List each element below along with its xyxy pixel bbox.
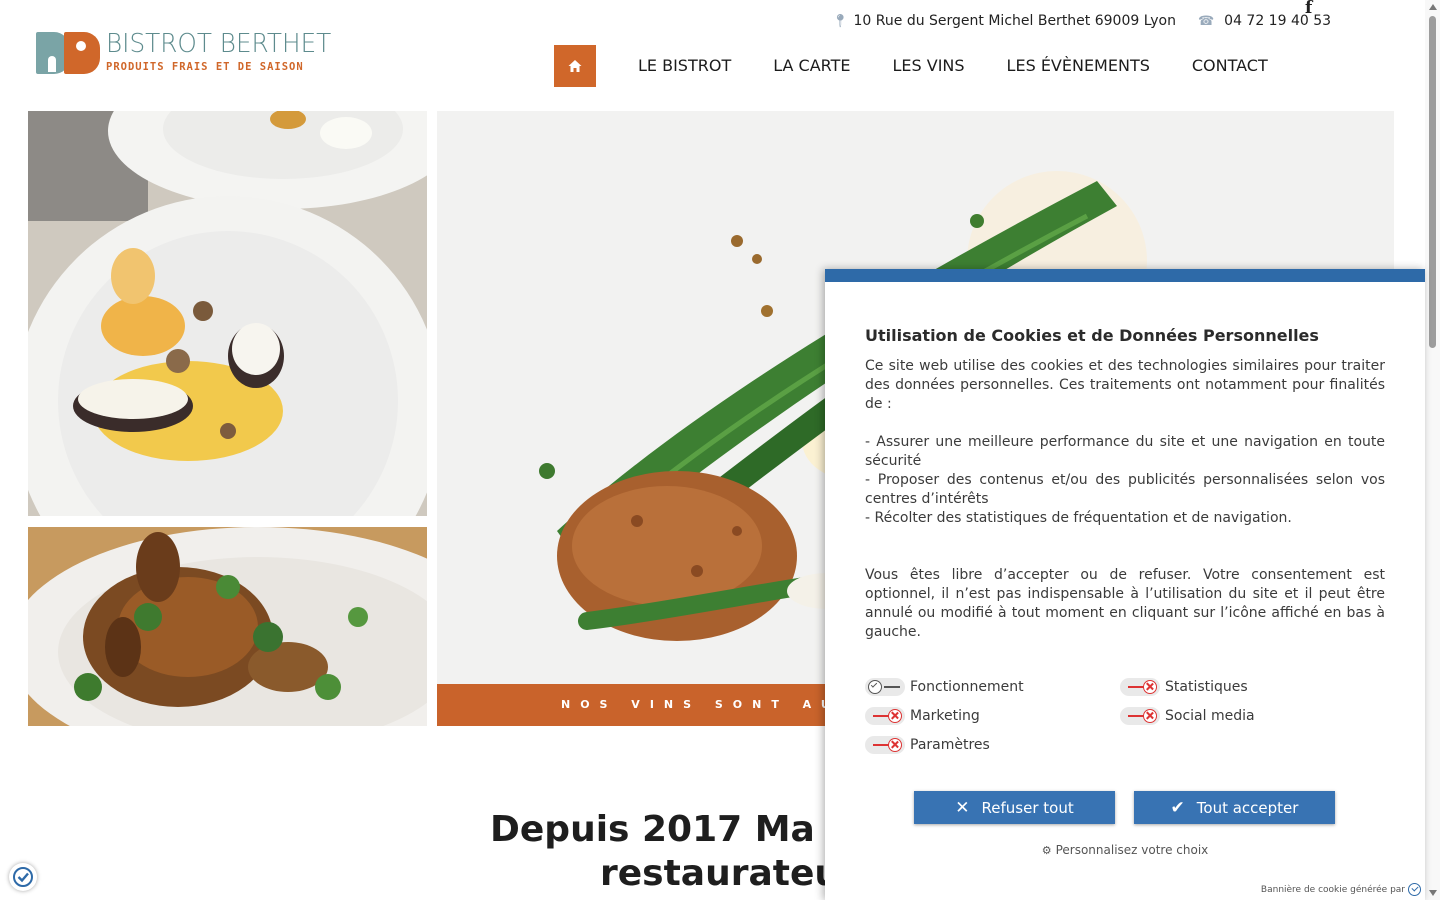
cookie-purpose-2: - Proposer des contenus et/ou des public…	[865, 472, 1385, 507]
cookie-purpose-1: - Assurer une meilleure performance du s…	[865, 434, 1385, 469]
nav-item-les-evenements[interactable]: LES ÉVÈNEMENTS	[1007, 45, 1150, 87]
credit-check-badge-icon	[1408, 883, 1421, 896]
cookie-banner-credit-text: Bannière de cookie générée par	[1260, 884, 1405, 895]
toggle-label-parametres: Paramètres	[910, 737, 990, 753]
toggle-row-parametres[interactable]: Paramètres	[865, 736, 990, 754]
cookie-consent-dialog: Utilisation de Cookies et de Données Per…	[825, 269, 1425, 900]
cookie-consent-body: Ce site web utilise des cookies et des t…	[865, 357, 1385, 642]
hero-photo-duck	[28, 527, 427, 726]
cookie-settings-widget[interactable]	[9, 863, 37, 891]
toggle-row-statistiques[interactable]: Statistiques	[1120, 678, 1248, 696]
cookie-consent-title: Utilisation de Cookies et de Données Per…	[865, 326, 1319, 345]
accept-all-button[interactable]: ✔ Tout accepter	[1134, 791, 1335, 824]
nav-item-contact[interactable]: CONTACT	[1192, 45, 1268, 87]
toggle-marketing[interactable]	[865, 707, 905, 725]
phone-icon: ☎	[1197, 13, 1215, 29]
brand-tagline: PRODUITS FRAIS ET DE SAISON	[106, 61, 304, 73]
home-button[interactable]	[554, 45, 596, 87]
toggle-label-marketing: Marketing	[910, 708, 980, 724]
cookie-check-badge-icon	[13, 867, 33, 887]
refuse-all-button[interactable]: ✕ Refuser tout	[914, 791, 1115, 824]
toggle-parametres[interactable]	[865, 736, 905, 754]
close-icon: ✕	[955, 797, 970, 818]
personalize-choice-link[interactable]: ⚙ Personnalisez votre choix	[825, 843, 1425, 857]
accept-all-label: Tout accepter	[1196, 798, 1299, 817]
toggle-row-social-media[interactable]: Social media	[1120, 707, 1255, 725]
scroll-up-arrow-icon[interactable]	[1429, 4, 1437, 10]
page-scrollbar[interactable]	[1425, 0, 1440, 900]
home-icon	[568, 60, 582, 72]
scroll-down-arrow-icon[interactable]	[1429, 890, 1437, 896]
main-nav: LE BISTROT LA CARTE LES VINS LES ÉVÈNEME…	[554, 45, 1268, 87]
toggle-label-fonctionnement: Fonctionnement	[910, 679, 1024, 695]
toggle-label-social-media: Social media	[1165, 708, 1255, 724]
check-icon: ✔	[1170, 797, 1185, 818]
scrollbar-thumb[interactable]	[1429, 16, 1436, 348]
facebook-icon[interactable]: f	[1305, 0, 1312, 18]
cookie-consent-text: Vous êtes libre d’accepter ou de refuser…	[865, 567, 1385, 640]
nav-item-le-bistrot[interactable]: LE BISTROT	[638, 45, 731, 87]
toggle-label-statistiques: Statistiques	[1165, 679, 1248, 695]
logo-text: BISTROT BERTHET PRODUITS FRAIS ET DE SAI…	[106, 30, 343, 73]
gear-icon: ⚙	[1041, 844, 1052, 857]
logo-letter-b-orange	[64, 32, 100, 74]
phone-number[interactable]: 04 72 19 40 53	[1224, 13, 1331, 29]
toggle-row-fonctionnement[interactable]: Fonctionnement	[865, 678, 1024, 696]
cookie-banner-credit[interactable]: Bannière de cookie générée par	[1261, 883, 1421, 896]
nav-item-la-carte[interactable]: LA CARTE	[773, 45, 850, 87]
cookie-consent-content: Utilisation de Cookies et de Données Per…	[865, 325, 1385, 642]
hero-photo-dessert	[28, 111, 427, 516]
refuse-all-label: Refuser tout	[981, 798, 1074, 817]
toggle-fonctionnement[interactable]	[865, 678, 905, 696]
map-pin-icon: 📍︎	[832, 13, 849, 29]
toggle-social-media[interactable]	[1120, 707, 1160, 725]
site-logo[interactable]: BISTROT BERTHET PRODUITS FRAIS ET DE SAI…	[36, 30, 343, 76]
toggle-statistiques[interactable]	[1120, 678, 1160, 696]
toggle-row-marketing[interactable]: Marketing	[865, 707, 980, 725]
page: BISTROT BERTHET PRODUITS FRAIS ET DE SAI…	[0, 0, 1440, 900]
contact-bar: 📍︎ 10 Rue du Sergent Michel Berthet 6900…	[832, 13, 1331, 29]
cookie-purpose-3: - Récolter des statistiques de fréquenta…	[865, 510, 1292, 526]
logo-mark	[36, 30, 100, 76]
address-text[interactable]: 10 Rue du Sergent Michel Berthet 69009 L…	[854, 13, 1176, 29]
nav-item-les-vins[interactable]: LES VINS	[892, 45, 964, 87]
cookie-intro-text: Ce site web utilise des cookies et des t…	[865, 358, 1385, 412]
brand-name: BISTROT BERTHET	[106, 29, 332, 59]
personalize-choice-label: Personnalisez votre choix	[1055, 843, 1209, 857]
